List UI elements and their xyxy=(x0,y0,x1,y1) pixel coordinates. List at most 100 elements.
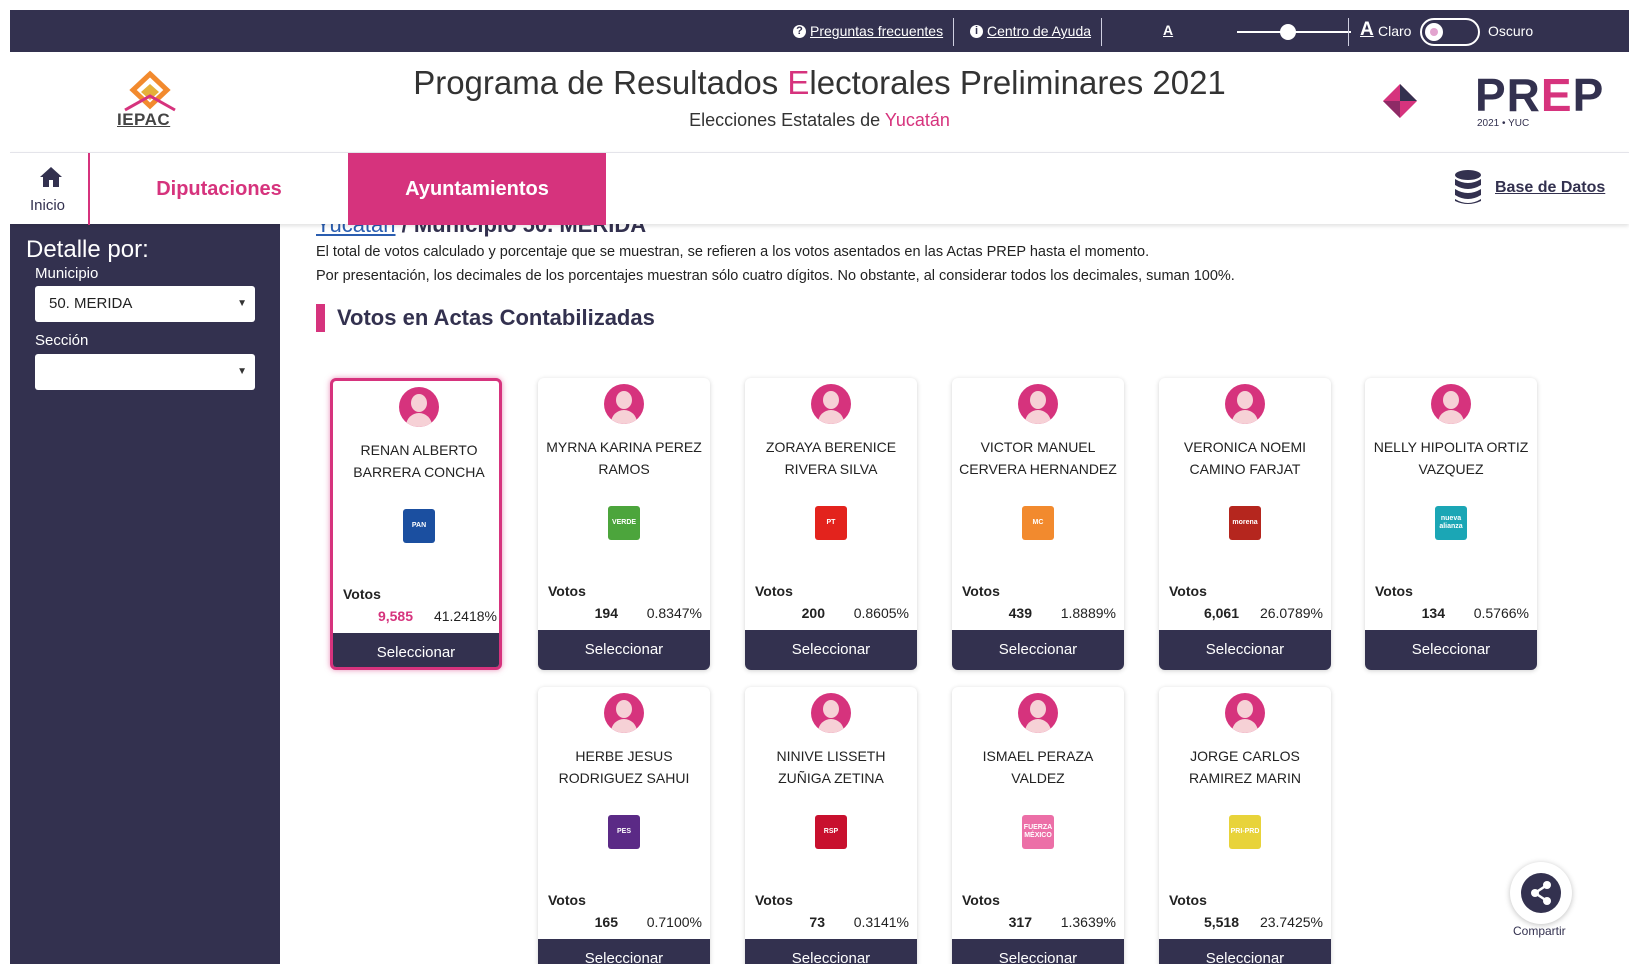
vote-count: 73 xyxy=(809,914,825,930)
party-logo-icon: PT xyxy=(815,506,847,540)
tab-diputaciones[interactable]: Diputaciones xyxy=(90,153,348,225)
party-logo-icon: PES xyxy=(608,815,640,849)
vote-count: 134 xyxy=(1421,605,1445,621)
candidate-card[interactable]: HERBE JESUS RODRIGUEZ SAHUI PES Votos 165 0.… xyxy=(538,687,710,964)
candidate-name: RENAN ALBERTO BARRERA CONCHA xyxy=(353,442,485,480)
share-button[interactable] xyxy=(1510,862,1572,924)
party-logo-icon: PAN xyxy=(403,509,435,543)
party-logo-text: MC xyxy=(1032,519,1044,526)
select-candidate-button[interactable]: Seleccionar xyxy=(538,630,710,670)
theme-toggle[interactable] xyxy=(1420,18,1480,46)
candidate-avatar-icon xyxy=(604,384,644,424)
candidate-card[interactable]: VICTOR MANUEL CERVERA HERNANDEZ MC Votos 43… xyxy=(952,378,1124,670)
party-logo-text: RSP xyxy=(823,828,839,835)
select-candidate-button[interactable]: Seleccionar xyxy=(1159,939,1331,964)
party-logo-icon: morena xyxy=(1229,506,1261,540)
municipio-select[interactable]: 50. MERIDA ▼ xyxy=(35,286,255,322)
candidate-name: JORGE CARLOS RAMIREZ MARIN xyxy=(1189,748,1301,786)
vote-count: 200 xyxy=(801,605,825,621)
votes-label: Votos xyxy=(755,892,793,908)
info-text-1: El total de votos calculado y porcentaje… xyxy=(316,244,1150,260)
select-candidate-button[interactable]: Seleccionar xyxy=(333,633,499,667)
party-logo-text: FUERZA MÉXICO xyxy=(1023,824,1053,839)
vote-count: 165 xyxy=(594,914,618,930)
candidate-card[interactable]: ZORAYA BERENICE RIVERA SILVA PT Votos 200 0.… xyxy=(745,378,917,670)
prep-diamond-icon xyxy=(1383,84,1417,118)
database-link[interactable]: Base de Datos xyxy=(1495,179,1605,197)
candidate-avatar-icon xyxy=(399,387,439,427)
candidate-card[interactable]: RENAN ALBERTO BARRERA CONCHA PAN Votos 9,58… xyxy=(330,378,502,670)
toggle-knob xyxy=(1425,23,1443,41)
candidate-card[interactable]: MYRNA KARINA PEREZ RAMOS VERDE Votos 194 0.8… xyxy=(538,378,710,670)
vote-count: 194 xyxy=(594,605,618,621)
home-icon xyxy=(40,167,62,187)
caret-down-icon: ▼ xyxy=(237,366,247,377)
tab-ayuntamientos[interactable]: Ayuntamientos xyxy=(348,153,606,225)
vote-count: 317 xyxy=(1008,914,1032,930)
votes-label: Votos xyxy=(548,892,586,908)
select-candidate-button[interactable]: Seleccionar xyxy=(1159,630,1331,670)
party-logo-text: PRI-PRD xyxy=(1230,828,1260,835)
vote-count: 9,585 xyxy=(377,608,413,624)
select-candidate-button[interactable]: Seleccionar xyxy=(745,630,917,670)
candidate-name: VICTOR MANUEL CERVERA HERNANDEZ xyxy=(959,439,1117,477)
vote-count: 6,061 xyxy=(1203,605,1239,621)
candidate-avatar-icon xyxy=(1225,693,1265,733)
candidate-avatar-icon xyxy=(811,384,851,424)
party-logo-text: PES xyxy=(616,828,631,835)
candidate-avatar-icon xyxy=(1018,384,1058,424)
info-text-2: Por presentación, los decimales de los p… xyxy=(316,268,1235,284)
home-button[interactable]: Inicio xyxy=(10,153,90,225)
font-size-slider-handle[interactable] xyxy=(1280,24,1296,40)
candidate-card[interactable]: VERONICA NOEMI CAMINO FARJAT morena Votos 6… xyxy=(1159,378,1331,670)
party-logo-text: morena xyxy=(1232,519,1258,526)
votes-label: Votos xyxy=(1169,583,1207,599)
font-increase-button[interactable]: A xyxy=(1360,19,1374,41)
prep-logo-subtext: 2021 • YUC xyxy=(1477,118,1530,129)
theme-dark-label: Oscuro xyxy=(1488,23,1534,39)
candidate-name: VERONICA NOEMI CAMINO FARJAT xyxy=(1183,439,1307,477)
select-candidate-button[interactable]: Seleccionar xyxy=(952,630,1124,670)
candidate-card[interactable]: JORGE CARLOS RAMIREZ MARIN PRI-PRD Votos 5,… xyxy=(1159,687,1331,964)
party-logo-icon: nueva alianza xyxy=(1435,506,1467,540)
vote-percentage: 0.8605% xyxy=(853,605,909,621)
seccion-select[interactable]: ▼ xyxy=(35,354,255,390)
votes-label: Votos xyxy=(962,583,1000,599)
divider xyxy=(1101,18,1102,46)
select-candidate-button[interactable]: Seleccionar xyxy=(538,939,710,964)
breadcrumb: Yucatán / Municipio 50. MERIDA xyxy=(316,224,646,238)
info-circle-icon: i xyxy=(970,24,983,38)
caret-down-icon: ▼ xyxy=(237,298,247,309)
candidate-name: NELLY HIPOLITA ORTIZ VAZQUEZ xyxy=(1373,439,1529,477)
home-label: Inicio xyxy=(30,197,66,214)
main-content: Yucatán / Municipio 50. MERIDA El total … xyxy=(280,224,1629,964)
votes-label: Votos xyxy=(343,586,381,602)
select-candidate-button[interactable]: Seleccionar xyxy=(952,939,1124,964)
divider xyxy=(1348,18,1349,46)
app-frame: ? Preguntas frecuentes i Centro de Ayuda… xyxy=(10,10,1629,964)
candidate-card[interactable]: NELLY HIPOLITA ORTIZ VAZQUEZ nueva alianz… xyxy=(1365,378,1537,670)
candidate-card[interactable]: ISMAEL PERAZA VALDEZ FUERZA MÉXICO Votos 31… xyxy=(952,687,1124,964)
votes-label: Votos xyxy=(755,583,793,599)
party-logo-icon: PRI-PRD xyxy=(1229,815,1261,849)
select-candidate-button[interactable]: Seleccionar xyxy=(745,939,917,964)
votes-label: Votos xyxy=(548,583,586,599)
top-utility-bar: ? Preguntas frecuentes i Centro de Ayuda… xyxy=(10,10,1629,52)
prep-logo-text[interactable]: PREP xyxy=(1475,68,1604,122)
vote-percentage: 0.8347% xyxy=(646,605,702,621)
vote-percentage: 1.8889% xyxy=(1060,605,1116,621)
candidate-avatar-icon xyxy=(811,693,851,733)
party-logo-icon: RSP xyxy=(815,815,847,849)
candidate-card[interactable]: NINIVE LISSETH ZUÑIGA ZETINA RSP Votos 73 0.… xyxy=(745,687,917,964)
sidebar-title: Detalle por: xyxy=(26,236,149,263)
vote-percentage: 0.5766% xyxy=(1473,605,1529,621)
faq-link[interactable]: ? Preguntas frecuentes xyxy=(793,23,943,39)
party-logo-text: nueva alianza xyxy=(1439,515,1463,530)
breadcrumb-link-yucatan[interactable]: Yucatán xyxy=(316,224,396,237)
select-candidate-button[interactable]: Seleccionar xyxy=(1365,630,1537,670)
candidate-name: MYRNA KARINA PEREZ RAMOS xyxy=(546,439,702,477)
vote-percentage: 23.7425% xyxy=(1259,914,1323,930)
help-center-link[interactable]: i Centro de Ayuda xyxy=(970,23,1091,39)
party-logo-icon: VERDE xyxy=(608,506,640,540)
font-decrease-button[interactable]: A xyxy=(1163,22,1173,38)
